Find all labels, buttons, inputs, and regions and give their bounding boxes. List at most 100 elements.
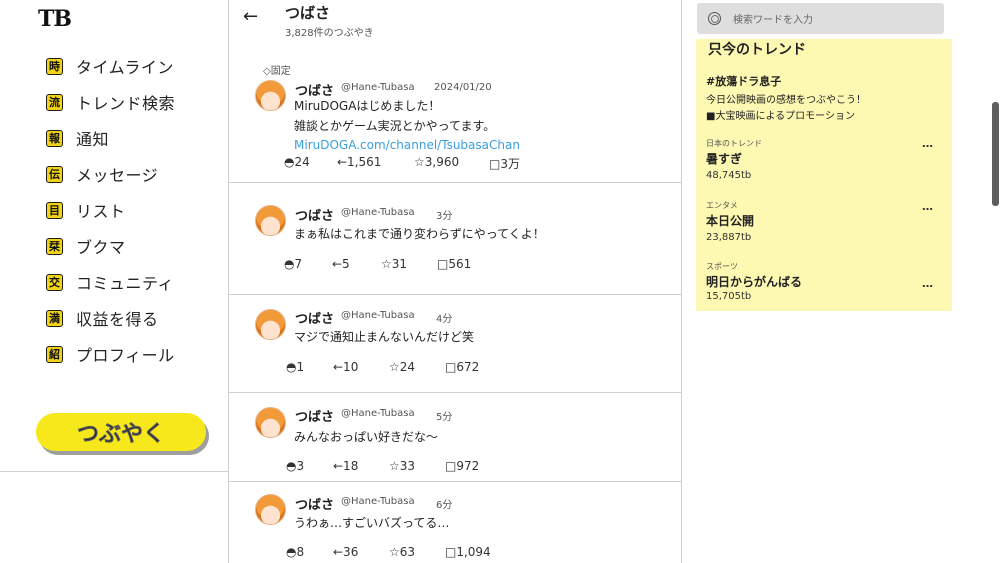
tweet-handle: @Hane-Tubasa <box>341 496 415 507</box>
retweet-count[interactable]: ←18 <box>333 459 358 473</box>
tweet-timestamp: 3分 <box>436 211 453 222</box>
like-count[interactable]: ☆31 <box>381 257 407 271</box>
tweet-handle: @Hane-Tubasa <box>341 82 415 93</box>
retweet-count[interactable]: ←5 <box>332 257 350 271</box>
view-count[interactable]: □972 <box>445 459 479 473</box>
trend-count: 23,887tb <box>706 232 752 243</box>
tweet-text-line: うわぁ…すごいバズってる… <box>294 516 450 530</box>
retweet-count[interactable]: ←10 <box>333 360 358 374</box>
more-options-icon[interactable]: … <box>922 277 933 290</box>
tweet[interactable]: つばさ @Hane-Tubasa 6分 うわぁ…すごいバズってる… ◓8 ←36… <box>229 482 681 563</box>
nav-item-messages[interactable]: 伝 メッセージ <box>46 156 175 192</box>
like-count[interactable]: ☆24 <box>389 360 415 374</box>
tweet-author-name[interactable]: つばさ <box>295 494 334 513</box>
retweet-count[interactable]: ←36 <box>333 545 358 559</box>
tweet-author-name[interactable]: つばさ <box>295 406 334 425</box>
monetize-icon: 満 <box>46 309 63 327</box>
tweet-text-line: みんなおっぱい好きだな～ <box>294 430 439 444</box>
tweet-author-name[interactable]: つばさ <box>295 205 334 224</box>
profile-name: つばさ <box>285 4 331 22</box>
tweet-handle: @Hane-Tubasa <box>341 310 415 321</box>
search-input[interactable]: 検索ワードを入力 <box>697 3 944 34</box>
main-nav: 時 タイムライン 流 トレンド検索 報 通知 伝 メッセージ 目 リスト 栞 ブ… <box>46 48 175 372</box>
nav-label: 通知 <box>76 130 110 149</box>
search-icon <box>708 12 721 25</box>
avatar[interactable] <box>255 80 286 111</box>
trend-title[interactable]: 明日からがんばる <box>706 273 802 290</box>
tweet-timestamp: 5分 <box>436 412 453 423</box>
timeline-icon: 時 <box>46 57 63 75</box>
tweet-handle: @Hane-Tubasa <box>341 207 415 218</box>
tweet-text-line: まぁ私はこれまで通り変わらずにやってくよ！ <box>294 227 545 241</box>
avatar[interactable] <box>255 494 286 525</box>
profile-header: ← つばさ 3,828件のつぶやき <box>229 0 681 42</box>
nav-label: プロフィール <box>76 346 175 365</box>
profile-icon: 紹 <box>46 345 63 363</box>
avatar[interactable] <box>255 205 286 236</box>
retweet-count[interactable]: ←1,561 <box>337 155 381 169</box>
trend-category: エンタメ <box>706 201 738 210</box>
tweet-author-name[interactable]: つばさ <box>295 308 334 327</box>
reply-count[interactable]: ◓1 <box>286 360 304 374</box>
reply-count[interactable]: ◓8 <box>286 545 304 559</box>
nav-label: 収益を得る <box>76 310 159 329</box>
nav-label: メッセージ <box>76 166 159 185</box>
reply-count[interactable]: ◓3 <box>286 459 304 473</box>
nav-item-trend-search[interactable]: 流 トレンド検索 <box>46 84 175 120</box>
like-count[interactable]: ☆3,960 <box>414 155 459 169</box>
compose-button[interactable]: つぶやく <box>36 413 206 451</box>
message-icon: 伝 <box>46 165 63 183</box>
more-options-icon[interactable]: … <box>922 200 933 213</box>
like-count[interactable]: ☆33 <box>389 459 415 473</box>
nav-label: コミュニティ <box>76 274 175 293</box>
view-count[interactable]: □3万 <box>489 155 520 172</box>
view-count[interactable]: □1,094 <box>445 545 491 559</box>
left-sidebar: TB 時 タイムライン 流 トレンド検索 報 通知 伝 メッセージ 目 リスト … <box>0 0 228 563</box>
tweet-author-name[interactable]: つばさ <box>295 80 334 99</box>
avatar[interactable] <box>255 407 286 438</box>
back-arrow-icon[interactable]: ← <box>243 6 258 27</box>
app-logo[interactable]: TB <box>38 6 72 32</box>
pinned-label: ◇固定 <box>263 66 291 77</box>
tweet-text-line: マジで通知止まんないんだけど笑 <box>294 330 475 344</box>
trend-count: 15,705tb <box>706 291 752 302</box>
tweet[interactable]: つばさ @Hane-Tubasa 3分 まぁ私はこれまで通り変わらずにやってくよ… <box>229 183 681 295</box>
nav-label: トレンド検索 <box>76 94 176 113</box>
nav-item-timeline[interactable]: 時 タイムライン <box>46 48 175 84</box>
promoted-trend-description: 今日公開映画の感想をつぶやこう！ <box>706 95 866 106</box>
tweet-text-line: MiruDOGAはじめました！ <box>294 99 441 113</box>
search-placeholder: 検索ワードを入力 <box>733 15 813 26</box>
trend-title[interactable]: 暑すぎ <box>706 150 742 167</box>
profile-timeline: ← つばさ 3,828件のつぶやき ◇固定 つばさ @Hane-Tubasa 2… <box>228 0 682 563</box>
nav-item-community[interactable]: 交 コミュニティ <box>46 264 175 300</box>
view-count[interactable]: □561 <box>437 257 471 271</box>
nav-item-lists[interactable]: 目 リスト <box>46 192 175 228</box>
pinned-tweet[interactable]: ◇固定 つばさ @Hane-Tubasa 2024/01/20 MiruDOGA… <box>229 62 681 183</box>
nav-item-monetize[interactable]: 満 収益を得る <box>46 300 175 336</box>
nav-label: リスト <box>76 202 126 221</box>
reply-count[interactable]: ◓24 <box>284 155 310 169</box>
nav-item-bookmarks[interactable]: 栞 ブクマ <box>46 228 175 264</box>
scrollbar[interactable] <box>992 102 999 206</box>
tweet-text-line: 雑談とかゲーム実況とかやってます。 <box>294 119 496 133</box>
nav-item-profile[interactable]: 紹 プロフィール <box>46 336 175 372</box>
tweet[interactable]: つばさ @Hane-Tubasa 5分 みんなおっぱい好きだな～ ◓3 ←18 … <box>229 393 681 482</box>
promoted-trend-tag[interactable]: #放蕩ドラ息子 <box>706 73 781 89</box>
trend-category: スポーツ <box>706 262 738 271</box>
view-count[interactable]: □672 <box>445 360 479 374</box>
tweet[interactable]: つばさ @Hane-Tubasa 4分 マジで通知止まんないんだけど笑 ◓1 ←… <box>229 295 681 393</box>
nav-label: ブクマ <box>76 238 126 257</box>
bookmark-icon: 栞 <box>46 237 63 255</box>
nav-item-notifications[interactable]: 報 通知 <box>46 120 175 156</box>
like-count[interactable]: ☆63 <box>389 545 415 559</box>
tweet-timestamp: 6分 <box>436 500 453 511</box>
trend-title[interactable]: 本日公開 <box>706 212 754 229</box>
nav-label: タイムライン <box>76 58 174 77</box>
avatar[interactable] <box>255 309 286 340</box>
trend-icon: 流 <box>46 93 63 111</box>
reply-count[interactable]: ◓7 <box>284 257 302 271</box>
more-options-icon[interactable]: … <box>922 137 933 150</box>
divider <box>0 471 228 472</box>
tweet-link[interactable]: MiruDOGA.com/channel/TsubasaChan <box>294 138 520 152</box>
tweet-handle: @Hane-Tubasa <box>341 408 415 419</box>
